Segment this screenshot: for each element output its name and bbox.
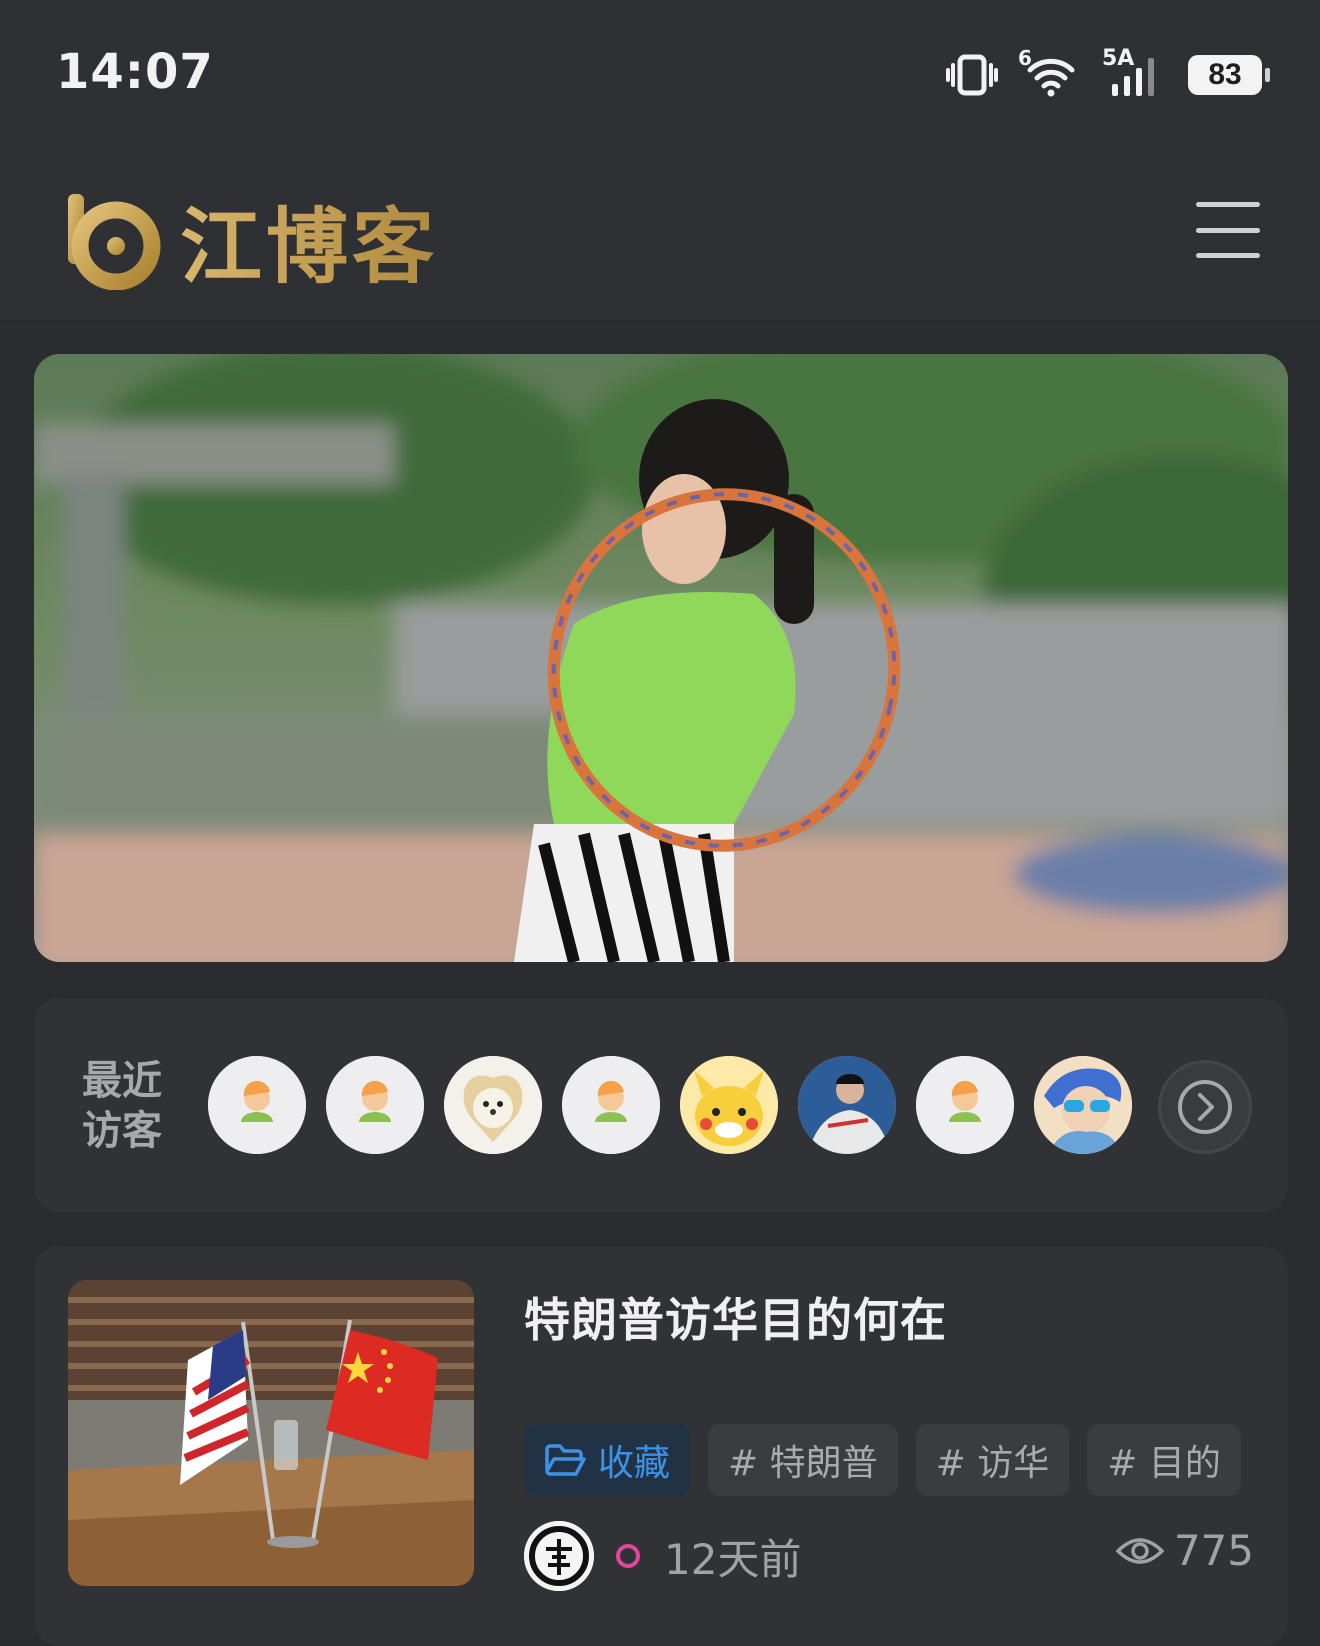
visitor-avatar[interactable] [208,1056,306,1154]
cellular-icon: 5A [1102,46,1166,98]
vibrate-icon [946,54,998,96]
status-icons: 6 5A 83 [946,46,1270,98]
network-label: 5A [1102,46,1135,71]
article-thumbnail[interactable] [68,1280,474,1586]
article-time: 12天前 [664,1534,802,1584]
category-label: 收藏 [598,1443,671,1484]
article-card[interactable]: 特朗普访华目的何在 收藏 # 特朗普 # 访华 # 目的 12天前 775 [34,1246,1288,1646]
seal-avatar-icon [524,1521,594,1591]
recent-visitors-panel: 最近访客 [34,998,1288,1212]
battery-icon: 83 [1188,55,1270,95]
chevron-right-circle-icon [1178,1080,1232,1134]
b-logo-icon [68,193,161,290]
visitor-avatar[interactable] [444,1056,542,1154]
tag-purpose[interactable]: # 目的 [1087,1424,1241,1496]
wifi-label: 6 [1018,46,1032,70]
wifi-icon: 6 [1018,46,1080,98]
battery-level: 83 [1208,58,1242,91]
visitor-avatar[interactable] [916,1056,1014,1154]
article-title[interactable]: 特朗普访华目的何在 [524,1284,947,1350]
tag-trump[interactable]: # 特朗普 [708,1424,898,1496]
site-header: 江博客 [0,140,1320,322]
folder-icon [545,1444,586,1476]
default-user-avatar-icon [916,1056,1014,1154]
us-china-flags-photo [68,1280,474,1586]
pikachu-avatar-icon [680,1056,778,1154]
visitor-avatar[interactable] [680,1056,778,1154]
author-avatar[interactable] [524,1521,594,1591]
person-photo-avatar-icon [798,1056,896,1154]
banner-image[interactable] [34,354,1288,962]
hamburger-menu-icon[interactable] [1196,202,1260,258]
visitor-avatar[interactable] [1034,1056,1132,1154]
recent-visitors-title: 最近访客 [82,1058,162,1154]
article-tags: 收藏 # 特朗普 # 访华 # 目的 [524,1424,1241,1496]
tag-visit-china[interactable]: # 访华 [915,1424,1070,1496]
visitor-avatar[interactable] [798,1056,896,1154]
status-time: 14:07 [56,44,214,100]
more-visitors-button[interactable] [1158,1060,1252,1154]
article-meta: 12天前 775 [524,1520,1264,1592]
site-logo[interactable]: 江博客 [62,180,438,299]
eye-icon [1115,1537,1164,1564]
default-user-avatar-icon [326,1056,424,1154]
visitor-avatar-list [208,1056,1132,1154]
default-user-avatar-icon [562,1056,660,1154]
view-count: 775 [1173,1526,1254,1575]
visitor-avatar[interactable] [326,1056,424,1154]
status-bar: 14:07 6 5A 83 [0,0,1320,140]
category-tag[interactable]: 收藏 [524,1424,691,1496]
article-views: 775 [1115,1526,1254,1575]
cartoon-sunglasses-avatar-icon [1034,1056,1132,1154]
photo-girl-hula-hoop [34,354,1288,962]
site-name: 江博客 [180,180,438,299]
visitor-avatar[interactable] [562,1056,660,1154]
default-user-avatar-icon [208,1056,306,1154]
online-indicator-icon [616,1544,640,1568]
white-dog-avatar-icon [444,1056,542,1154]
